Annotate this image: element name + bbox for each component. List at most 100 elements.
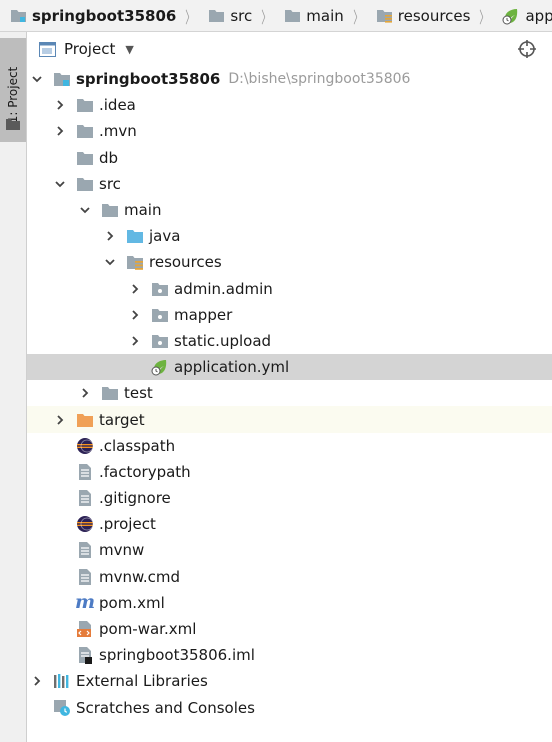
tree-item-label: pom-war.xml [99,620,197,639]
tree-item-label: .project [99,515,156,534]
tree-row-external-libraries[interactable]: External Libraries [27,668,552,694]
folder-icon [76,96,94,114]
tree-row-target[interactable]: target [27,406,552,433]
crosshair-icon[interactable] [518,40,536,58]
maven-icon: m [74,591,96,614]
chevron-down-icon[interactable]: ▼ [125,43,133,56]
tree-row-iml[interactable]: springboot35806.iml [27,642,552,668]
tree-row-idea[interactable]: .idea [27,92,552,118]
tree-row-pom-xml[interactable]: m pom.xml [27,590,552,616]
chevron-right-icon[interactable] [127,333,143,349]
tree-item-label: mvnw.cmd [99,567,181,586]
xml-file-icon [76,620,94,638]
package-folder-icon [151,332,169,350]
spring-leaf-icon [151,358,169,376]
package-folder-icon [151,306,169,324]
chevron-right-icon[interactable] [52,412,68,428]
tree-item-label: pom.xml [99,593,165,612]
tree-row-factorypath[interactable]: .factorypath [27,459,552,485]
text-file-icon [76,541,94,559]
tree-item-label: .gitignore [99,489,171,508]
chevron-right-icon[interactable] [127,281,143,297]
spring-leaf-icon [502,8,518,24]
project-panel-header: Project ▼ [27,32,552,66]
chevron-down-icon[interactable] [77,202,93,218]
tree-row-application-yml[interactable]: application.yml [27,354,552,381]
breadcrumb-resources[interactable]: resources [366,0,473,31]
navigation-bar: springboot35806 〉 src 〉 main 〉 resources… [0,0,552,32]
folder-icon [76,149,94,167]
package-folder-icon [151,280,169,298]
folder-icon [285,10,301,22]
eclipse-file-icon [76,437,94,455]
tree-row-classpath[interactable]: .classpath [27,433,552,459]
tree-row-resources[interactable]: resources [27,249,552,275]
project-view-icon [39,41,56,57]
tree-row-src[interactable]: src [27,171,552,197]
panel-title[interactable]: Project [64,40,115,58]
iml-file-icon [76,646,94,665]
breadcrumb-application-yml[interactable]: application.yml [492,0,552,31]
project-tree: springboot35806 D:\bishe\springboot35806… [27,66,552,721]
chevron-down-icon[interactable] [102,254,118,270]
chevron-right-icon[interactable] [52,97,68,113]
tree-row-db[interactable]: db [27,145,552,171]
tree-item-label: admin.admin [174,279,273,298]
chevron-right-icon[interactable] [29,673,45,689]
tree-item-label: .mvn [99,122,137,141]
chevron-down-icon[interactable] [52,176,68,192]
tree-row-project[interactable]: .project [27,511,552,537]
tree-row-mvn[interactable]: .mvn [27,118,552,144]
tree-row-java[interactable]: java [27,223,552,249]
tree-row-mvnw-cmd[interactable]: mvnw.cmd [27,564,552,590]
chevron-right-icon[interactable] [77,385,93,401]
tree-item-label: resources [149,253,222,272]
tree-item-label: static.upload [174,331,272,350]
resources-folder-icon [376,10,392,23]
project-tab-label: 1: Project [6,66,20,124]
chevron-right-icon[interactable] [102,228,118,244]
breadcrumb-springboot35806[interactable]: springboot35806 [0,0,178,31]
tree-row-test[interactable]: test [27,380,552,406]
tree-row-scratches[interactable]: Scratches and Consoles [27,695,552,721]
breadcrumb-main[interactable]: main [274,0,345,31]
folder-icon [6,119,20,130]
tree-row-mapper[interactable]: mapper [27,302,552,328]
source-folder-icon [126,227,144,245]
tree-item-label: test [124,384,153,403]
tree-item-label: target [99,410,145,429]
text-file-icon [76,463,94,481]
folder-icon [101,201,119,219]
project-tool-window-tab[interactable]: 1: Project [0,38,26,142]
tree-item-label: .idea [99,96,136,115]
tree-row-main[interactable]: main [27,197,552,223]
excluded-folder-icon [76,411,94,429]
tree-row-pom-war-xml[interactable]: pom-war.xml [27,616,552,642]
library-icon [53,672,71,690]
breadcrumb-separator-icon: 〉 [185,7,196,27]
tree-item-label: db [99,148,119,167]
breadcrumb-src[interactable]: src [198,0,254,31]
tree-row-mvnw[interactable]: mvnw [27,537,552,563]
chevron-right-icon[interactable] [52,123,68,139]
folder-icon [209,10,225,22]
folder-icon [76,122,94,140]
tree-item-label: main [124,201,162,220]
tree-row-static-upload[interactable]: static.upload [27,328,552,354]
breadcrumb-label: main [306,6,344,25]
tree-row-gitignore[interactable]: .gitignore [27,485,552,511]
chevron-right-icon[interactable] [127,307,143,323]
module-folder-icon [53,70,71,88]
breadcrumb-label: src [230,6,253,25]
tree-item-label: Scratches and Consoles [76,698,255,717]
tree-row-root[interactable]: springboot35806 D:\bishe\springboot35806 [27,66,552,92]
tree-item-label: mapper [174,305,233,324]
chevron-down-icon[interactable] [29,71,45,87]
tree-item-label: .classpath [99,436,176,455]
tree-item-label: .factorypath [99,462,191,481]
text-file-icon [76,568,94,586]
tree-row-admin-admin[interactable]: admin.admin [27,276,552,302]
tree-item-label: mvnw [99,541,145,560]
folder-icon [101,384,119,402]
resources-folder-icon [126,253,144,271]
